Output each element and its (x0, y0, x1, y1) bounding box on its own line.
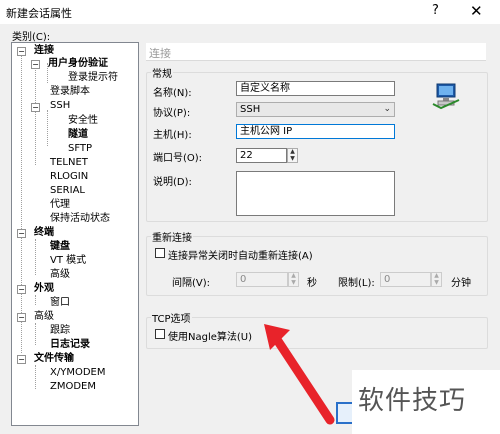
spin-down-icon[interactable]: ▼ (432, 280, 441, 286)
title-bar: 新建会话属性 ? ✕ (0, 0, 500, 24)
tcp-options-title: TCP选项 (151, 310, 192, 325)
collapse-icon[interactable]: − (17, 355, 26, 364)
watermark-text: 软件技巧 (358, 386, 467, 416)
tree-item-advanced[interactable]: 高级 (34, 311, 54, 323)
window-title: 新建会话属性 (6, 7, 72, 20)
tree-item-trace[interactable]: 跟踪 (50, 325, 70, 337)
collapse-icon[interactable]: − (17, 229, 26, 238)
tree-line (47, 110, 48, 146)
protocol-select[interactable]: SSH ⌄ (236, 102, 395, 117)
tree-line (21, 53, 22, 353)
tree-item-ssh[interactable]: SSH (50, 100, 70, 112)
host-input[interactable]: 主机公网 IP (236, 124, 395, 139)
tree-item-zmodem[interactable]: ZMODEM (50, 381, 96, 393)
tree-item-sftp[interactable]: SFTP (68, 143, 92, 155)
tree-item-window[interactable]: 窗口 (50, 297, 70, 309)
network-computer-icon (432, 83, 460, 110)
tree-item-rlogin[interactable]: RLOGIN (50, 171, 88, 183)
tree-item-authentication[interactable]: 用户身份验证 (48, 58, 108, 70)
tree-item-terminal-advanced[interactable]: 高级 (50, 269, 70, 281)
auto-reconnect-checkbox[interactable] (155, 248, 165, 258)
interval-unit: 秒 (307, 278, 317, 289)
interval-label: 间隔(V): (172, 278, 211, 289)
limit-unit: 分钟 (451, 278, 471, 289)
tree-item-file-transfer[interactable]: 文件传输 (34, 353, 74, 365)
close-button[interactable]: ✕ (470, 2, 483, 20)
tree-line (35, 65, 36, 165)
tree-line (35, 239, 36, 275)
tree-item-serial[interactable]: SERIAL (50, 185, 85, 197)
annotation-arrow (264, 324, 335, 425)
tree-item-keep-alive[interactable]: 保持活动状态 (50, 213, 110, 225)
tree-item-connection[interactable]: 连接 (34, 45, 54, 57)
collapse-icon[interactable]: − (17, 285, 26, 294)
interval-spinner[interactable]: ▲ ▼ (288, 272, 299, 287)
tree-item-logging[interactable]: 日志记录 (50, 339, 90, 351)
spin-down-icon[interactable]: ▼ (289, 280, 298, 286)
port-spinner[interactable]: ▲ ▼ (287, 148, 298, 163)
name-input[interactable]: 自定义名称 (236, 81, 395, 96)
chevron-down-icon: ⌄ (383, 104, 391, 114)
port-label: 端口号(O): (153, 153, 203, 164)
tree-item-tunnels[interactable]: 隧道 (68, 129, 88, 141)
nagle-label: 使用Nagle算法(U) (168, 332, 253, 343)
limit-label: 限制(L): (338, 278, 375, 289)
name-label: 名称(N): (153, 88, 192, 99)
tree-item-login-scripts[interactable]: 登录脚本 (50, 86, 90, 98)
tree-item-appearance[interactable]: 外观 (34, 283, 54, 295)
tree-item-keyboard[interactable]: 键盘 (50, 241, 70, 253)
tree-line (35, 295, 36, 305)
protocol-label: 协议(P): (153, 108, 191, 119)
tree-item-vt-mode[interactable]: VT 模式 (50, 255, 86, 267)
tree-item-xymodem[interactable]: X/YMODEM (50, 367, 105, 379)
category-label: 类别(C): (12, 32, 51, 43)
category-tree[interactable]: − 连接 − 用户身份验证 登录提示符 登录脚本 − SSH 安全性 隧道 SF… (11, 42, 139, 426)
collapse-icon[interactable]: − (31, 60, 40, 69)
auto-reconnect-label: 连接异常关闭时自动重新连接(A) (168, 251, 313, 262)
nagle-checkbox[interactable] (155, 329, 165, 339)
tree-line (35, 323, 36, 345)
interval-input[interactable]: 0 (236, 272, 288, 287)
collapse-icon[interactable]: − (31, 103, 40, 112)
tree-item-security[interactable]: 安全性 (68, 115, 98, 127)
tree-item-proxy[interactable]: 代理 (50, 199, 70, 211)
host-label: 主机(H): (153, 130, 192, 141)
limit-input[interactable]: 0 (380, 272, 431, 287)
section-header: 连接 (146, 43, 486, 61)
tree-line (35, 365, 36, 389)
description-label: 说明(D): (153, 177, 192, 188)
collapse-icon[interactable]: − (17, 313, 26, 322)
watermark: 软件技巧 (352, 370, 500, 434)
limit-spinner[interactable]: ▲ ▼ (431, 272, 442, 287)
session-properties-dialog: 新建会话属性 ? ✕ 类别(C): − 连接 − 用户身份验证 登录提示符 登录… (0, 0, 500, 434)
help-button[interactable]: ? (432, 3, 439, 18)
collapse-icon[interactable]: − (17, 47, 26, 56)
general-group-title: 常规 (151, 65, 173, 80)
tree-item-login-prompts[interactable]: 登录提示符 (68, 72, 118, 84)
spin-down-icon[interactable]: ▼ (288, 156, 297, 162)
section-title: 连接 (149, 47, 171, 60)
protocol-value: SSH (240, 104, 261, 115)
reconnect-group-title: 重新连接 (151, 229, 193, 244)
tree-item-terminal[interactable]: 终端 (34, 227, 54, 239)
port-input[interactable]: 22 (236, 148, 287, 163)
description-textarea[interactable] (236, 171, 395, 216)
tree-item-telnet[interactable]: TELNET (50, 157, 88, 169)
